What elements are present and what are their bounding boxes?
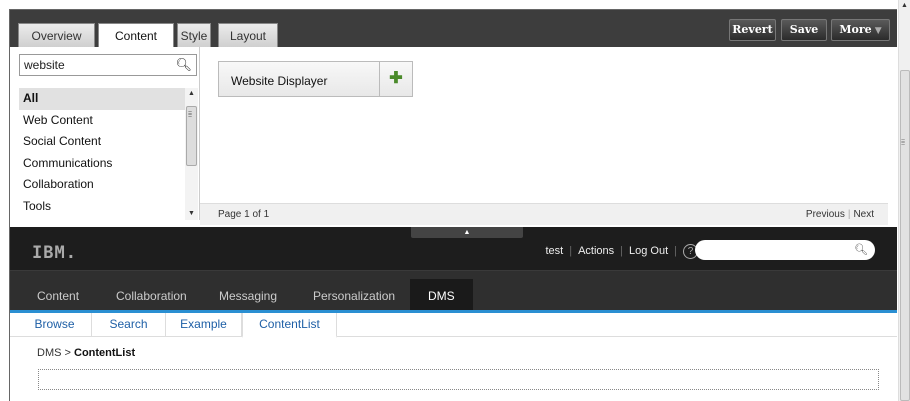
chevron-up-icon: ▲ xyxy=(463,229,471,236)
sub-tabs: Browse Search Example ContentList xyxy=(10,313,897,338)
chevron-down-icon: ▼ xyxy=(874,26,882,36)
scroll-up-icon[interactable]: ▲ xyxy=(901,2,908,9)
category-communications[interactable]: Communications xyxy=(19,153,195,175)
portal-header: ▲ IBM. test | Actions | Log Out |? 🔍︎ xyxy=(10,227,897,270)
category-web-content[interactable]: Web Content xyxy=(19,110,195,132)
next-link[interactable]: Next xyxy=(853,209,874,220)
main-nav: Content Collaboration Messaging Personal… xyxy=(10,270,897,314)
result-item-label: Website Displayer xyxy=(231,74,328,88)
page-scrollbar[interactable]: ▲ = = xyxy=(898,0,910,401)
category-all[interactable]: All xyxy=(19,88,195,110)
scroll-down-icon[interactable]: ▼ xyxy=(185,208,198,220)
scroll-up-icon[interactable]: ▲ xyxy=(185,88,198,100)
header-divider: | xyxy=(620,245,623,257)
customize-toolbar: Overview Content Style Layout Revert Sav… xyxy=(10,10,897,47)
subtab-contentlist[interactable]: ContentList xyxy=(242,313,337,338)
panel-divider xyxy=(199,47,200,220)
search-field: 🔍︎ xyxy=(19,54,197,76)
nav-personalization[interactable]: Personalization xyxy=(313,289,395,303)
nav-messaging[interactable]: Messaging xyxy=(219,289,277,303)
pager-nav: Previous | Next xyxy=(806,209,874,220)
category-list: All Web Content Social Content Communica… xyxy=(19,88,195,218)
subtab-search[interactable]: Search xyxy=(92,313,166,337)
page-info: Page 1 of 1 xyxy=(218,209,270,220)
more-label: More xyxy=(839,23,872,36)
nav-collaboration[interactable]: Collaboration xyxy=(116,289,187,303)
previous-link[interactable]: Previous xyxy=(806,209,845,220)
pager-divider: | xyxy=(847,209,851,220)
breadcrumb-parent[interactable]: DMS xyxy=(37,347,61,359)
portal: ▲ IBM. test | Actions | Log Out |? 🔍︎ Content… xyxy=(10,227,897,401)
subtab-example[interactable]: Example xyxy=(166,313,242,337)
result-item[interactable]: Website Displayer ✚ xyxy=(218,61,413,97)
category-social-content[interactable]: Social Content xyxy=(19,131,195,153)
breadcrumb: DMS > ContentList xyxy=(37,347,135,359)
actions-link[interactable]: Actions xyxy=(578,245,614,257)
tab-layout[interactable]: Layout xyxy=(218,23,278,47)
logout-link[interactable]: Log Out xyxy=(629,245,668,257)
category-scrollbar[interactable]: ▲ = = ▼ xyxy=(185,88,198,220)
revert-button[interactable]: Revert xyxy=(729,19,776,41)
search-input[interactable] xyxy=(20,55,168,75)
nav-dms[interactable]: DMS xyxy=(410,279,473,314)
nav-content[interactable]: Content xyxy=(37,289,79,303)
header-divider: | xyxy=(569,245,573,257)
header-links: test | Actions | Log Out |? xyxy=(545,244,698,259)
pager: Page 1 of 1 Previous | Next xyxy=(200,203,888,225)
customize-frame: Overview Content Style Layout Revert Sav… xyxy=(9,9,897,401)
grip-icon: = = xyxy=(188,110,193,120)
user-link[interactable]: test xyxy=(545,245,563,257)
collapse-toggle[interactable]: ▲ xyxy=(411,227,523,238)
grip-icon: = = xyxy=(901,138,906,148)
category-tools[interactable]: Tools xyxy=(19,196,195,218)
subtab-browse[interactable]: Browse xyxy=(18,313,92,337)
tab-style[interactable]: Style xyxy=(177,23,211,47)
header-divider: | xyxy=(674,245,677,257)
category-collaboration[interactable]: Collaboration xyxy=(19,174,195,196)
content-placeholder xyxy=(38,369,879,390)
add-icon[interactable]: ✚ xyxy=(379,62,412,96)
save-button[interactable]: Save xyxy=(781,19,827,41)
more-button[interactable]: More ▼ xyxy=(831,19,890,41)
portal-search[interactable]: 🔍︎ xyxy=(695,240,875,260)
breadcrumb-current: ContentList xyxy=(74,347,136,359)
ibm-logo: IBM. xyxy=(32,243,77,263)
page-scroll-thumb[interactable] xyxy=(900,70,910,401)
breadcrumb-separator: > xyxy=(64,347,71,359)
tab-content[interactable]: Content xyxy=(98,23,174,47)
search-icon[interactable]: 🔍︎ xyxy=(854,243,868,256)
search-icon[interactable]: 🔍︎ xyxy=(175,57,192,73)
tab-overview[interactable]: Overview xyxy=(18,23,95,47)
